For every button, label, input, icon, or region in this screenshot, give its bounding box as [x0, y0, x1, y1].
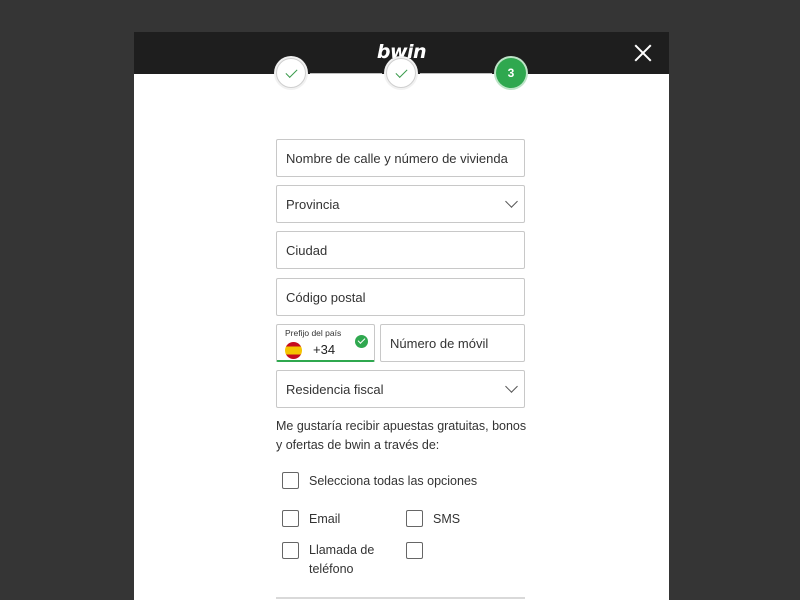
province-label: Provincia — [286, 197, 340, 212]
step-3-active: 3 — [496, 58, 526, 88]
step-1-complete — [276, 58, 306, 88]
chevron-down-icon — [505, 380, 518, 393]
tax-residence-label: Residencia fiscal — [286, 382, 384, 397]
step-connector — [310, 73, 382, 74]
postal-code-placeholder: Código postal — [286, 290, 366, 305]
check-icon — [394, 65, 408, 78]
promo-text: Me gustaría recibir apuestas gratuitas, … — [276, 419, 527, 452]
mobile-placeholder: Número de móvil — [390, 336, 489, 351]
chevron-down-icon — [505, 195, 518, 208]
city-input[interactable]: Ciudad — [276, 231, 525, 269]
valid-check-icon — [355, 335, 368, 348]
sms-checkbox[interactable] — [406, 510, 423, 527]
select-all-checkbox[interactable] — [282, 472, 299, 489]
extra-checkbox[interactable] — [406, 542, 423, 559]
province-select[interactable]: Provincia — [276, 185, 525, 223]
select-all-label: Selecciona todas las opciones — [309, 474, 478, 488]
prefix-value: +34 — [313, 342, 336, 357]
street-placeholder: Nombre de calle y número de vivienda — [286, 151, 508, 166]
email-checkbox[interactable] — [282, 510, 299, 527]
check-icon — [284, 65, 298, 78]
prefix-caption: Prefijo del país — [285, 328, 342, 338]
divider — [276, 597, 525, 599]
mobile-number-input[interactable]: Número de móvil — [380, 324, 525, 362]
tax-residence-select[interactable]: Residencia fiscal — [276, 370, 525, 408]
close-icon[interactable] — [633, 43, 653, 63]
step-connector — [420, 73, 492, 74]
street-input[interactable]: Nombre de calle y número de vivienda — [276, 139, 525, 177]
registration-modal: bwin — [134, 32, 669, 600]
spain-flag-icon — [285, 342, 302, 359]
step-2-complete — [386, 58, 416, 88]
postal-code-input[interactable]: Código postal — [276, 278, 525, 316]
city-placeholder: Ciudad — [286, 243, 328, 258]
country-prefix-select[interactable]: Prefijo del país +34 — [276, 324, 375, 362]
phone-call-label: Llamada de teléfono — [309, 543, 375, 576]
sms-label: SMS — [433, 512, 461, 526]
phone-call-checkbox[interactable] — [282, 542, 299, 559]
email-label: Email — [309, 512, 341, 526]
